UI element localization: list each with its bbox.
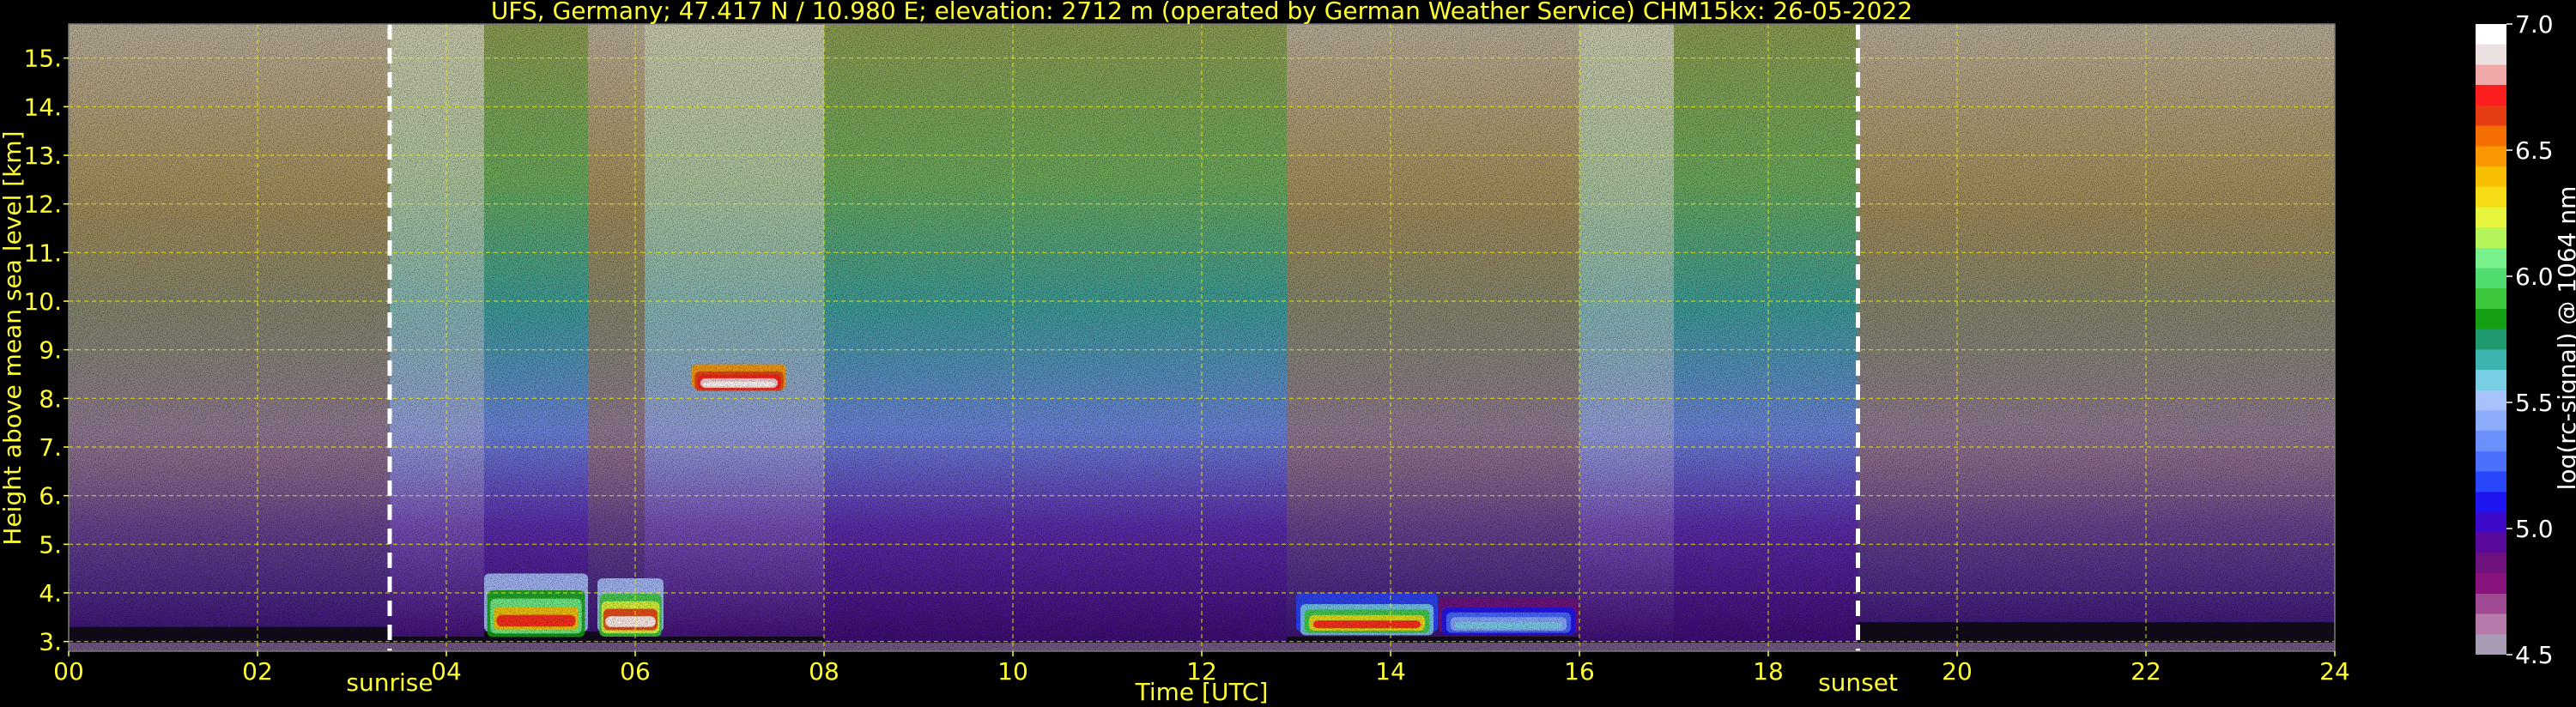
y-tick-label: 7.	[39, 433, 62, 462]
x-tick-label: 06	[620, 657, 651, 686]
x-tick-label: 00	[53, 657, 84, 686]
colorbar-tick-label: 5.5	[2515, 389, 2554, 417]
y-tick-label: 5.	[39, 530, 62, 559]
colorbar-tick-label: 6.0	[2515, 263, 2554, 291]
colorbar	[2476, 24, 2506, 655]
colorbar-tick-label: 4.5	[2515, 641, 2554, 669]
colorbar-tick-label: 7.0	[2515, 10, 2554, 39]
y-axis-label: Height above mean sea level [km]	[0, 130, 27, 545]
colorbar-tick-label: 6.5	[2515, 136, 2554, 165]
x-tick-label: 10	[997, 657, 1028, 686]
sunrise-label: sunrise	[346, 668, 433, 697]
y-tick-label: 13.	[23, 142, 62, 170]
chart-title: UFS, Germany; 47.417 N / 10.980 E; eleva…	[491, 0, 1912, 25]
x-tick-label: 22	[2131, 657, 2161, 686]
x-tick-label: 08	[809, 657, 839, 686]
colorbar-tick-label: 5.0	[2515, 515, 2554, 543]
colorbar-label: log(rc-signal) @ 1064 nm	[2553, 186, 2576, 491]
y-tick-label: 12.	[23, 190, 62, 219]
x-tick-label: 14	[1375, 657, 1406, 686]
sunset-label: sunset	[1818, 668, 1898, 697]
x-tick-label: 20	[1942, 657, 1973, 686]
x-tick-label: 24	[2319, 657, 2350, 686]
ceilometer-chart: sunrise sunset 00 02 04 06 08 10 12 14 16 18 20 22 24…	[0, 0, 2576, 706]
x-tick-label: 02	[242, 657, 273, 686]
x-axis-label: Time [UTC]	[1135, 678, 1269, 706]
y-tick-label: 10.	[23, 287, 62, 316]
y-tick-label: 3.	[39, 628, 62, 656]
y-tick-label: 9.	[39, 336, 62, 365]
x-tick-label: 18	[1753, 657, 1784, 686]
y-tick-label: 4.	[39, 579, 62, 607]
y-tick-label: 6.	[39, 482, 62, 511]
x-tick-label: 16	[1564, 657, 1595, 686]
y-tick-label: 15.	[23, 45, 62, 73]
y-tick-label: 11.	[23, 239, 62, 267]
y-tick-label: 14.	[23, 93, 62, 121]
y-tick-label: 8.	[39, 384, 62, 413]
x-tick-label: 04	[431, 657, 462, 686]
